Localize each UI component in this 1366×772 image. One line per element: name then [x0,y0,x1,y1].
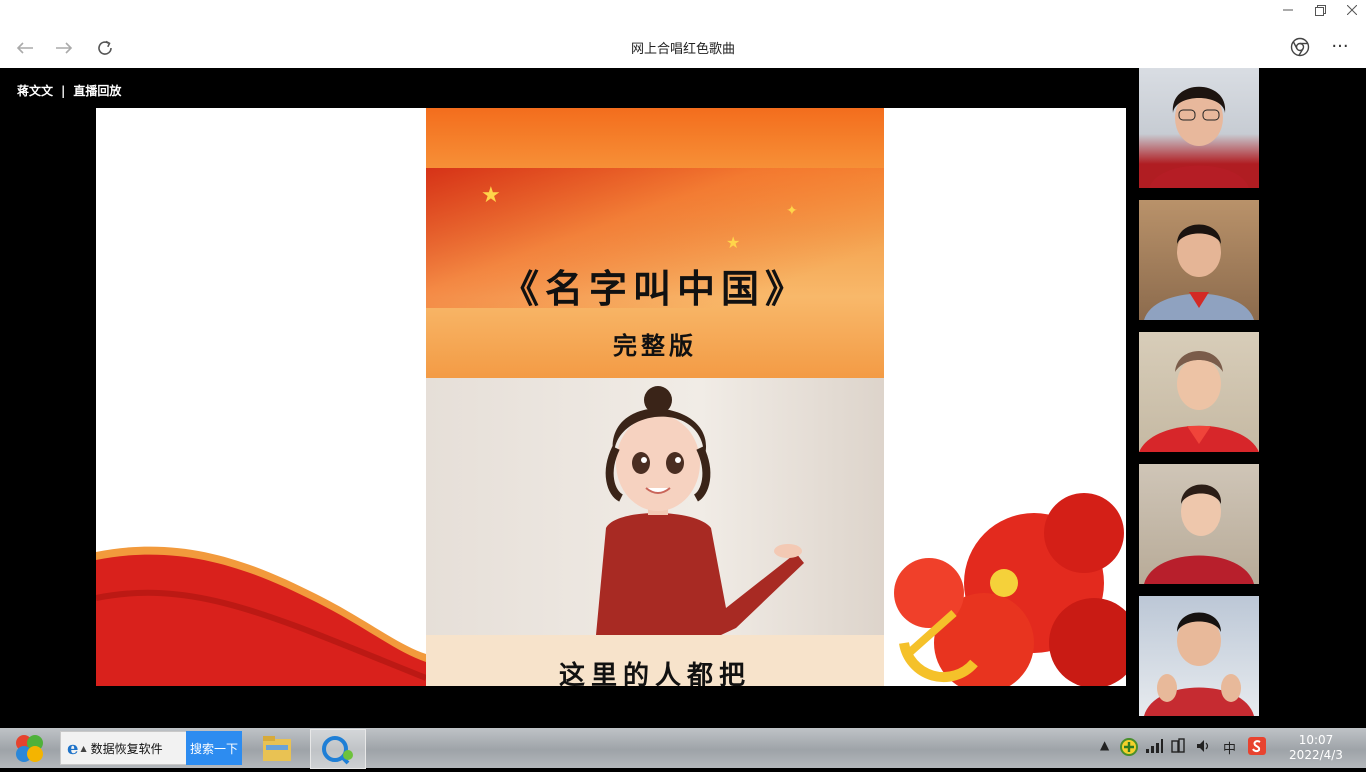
minimize-icon[interactable] [1272,0,1304,20]
separator: | [61,84,66,98]
lyric-bar: 这里的人都把 [426,635,884,686]
chrome-browser-icon[interactable] [1290,37,1310,57]
device-tray-icon[interactable] [1170,738,1186,757]
network-signal-icon[interactable] [1145,738,1163,757]
taskbar: e ▲ 数据恢复软件 搜索一下 ▲ 中 10:07 2022/4/3 [0,728,1366,769]
participant-video-student-2[interactable] [1139,332,1259,452]
ime-indicator[interactable]: 中 [1223,738,1236,757]
browser-titlebar: 网上合唱红色歌曲 ··· [0,0,1366,68]
system-clock[interactable]: 10:07 2022/4/3 [1286,733,1346,763]
start-button-icon[interactable] [10,731,48,765]
red-ribbon-decoration [96,546,426,686]
taskbar-ie-search[interactable]: e ▲ 数据恢复软件 [60,731,188,765]
restore-icon[interactable] [1304,0,1336,20]
replay-label: 直播回放 [73,84,122,98]
close-icon[interactable] [1336,0,1366,20]
sogou-ime-icon[interactable] [1248,737,1266,758]
file-explorer-icon[interactable] [256,731,298,765]
song-subtitle: 完整版 [613,332,697,360]
participant-video-teacher[interactable] [1139,68,1259,188]
tray-expand-icon[interactable]: ▲ [1100,738,1109,752]
participant-video-student-3[interactable] [1139,464,1259,584]
clock-time: 10:07 [1298,733,1334,747]
qq-taskbar-icon[interactable] [310,729,366,769]
video-title-card: ★ ★ ✦ 《名字叫中国》 完整版 [426,108,884,378]
volume-icon[interactable] [1195,738,1211,757]
stream-header: 蒋文文 | 直播回放 [17,82,121,99]
security-tray-icon[interactable] [1120,738,1138,759]
host-name: 蒋文文 [17,84,54,98]
song-title: 《名字叫中国》 [500,267,809,311]
ie-icon: e [67,737,79,759]
cartoon-girl-illustration [596,386,804,635]
more-menu-button[interactable]: ··· [1328,36,1352,58]
star-icon: ★ [726,233,741,252]
search-button[interactable]: 搜索一下 [186,731,242,765]
song-video-panel: ★ ★ ✦ 《名字叫中国》 完整版 这里的人都把 [426,108,884,686]
participant-video-student-4[interactable] [1139,596,1259,716]
star-icon: ✦ [786,203,798,219]
shared-slide: ★ ★ ✦ 《名字叫中国》 完整版 这里的人都把 [96,108,1126,686]
star-icon: ★ [481,183,501,208]
clock-date: 2022/4/3 [1289,748,1343,762]
flower-emblem-decoration [894,493,1126,686]
ie-search-text[interactable]: 数据恢复软件 [91,740,163,757]
participant-video-student-1[interactable] [1139,200,1259,320]
page-title: 网上合唱红色歌曲 [630,42,735,57]
lyric-text: 这里的人都把 [558,661,751,686]
dropdown-arrow-icon[interactable]: ▲ [80,744,86,753]
animated-singer-video [426,378,884,635]
